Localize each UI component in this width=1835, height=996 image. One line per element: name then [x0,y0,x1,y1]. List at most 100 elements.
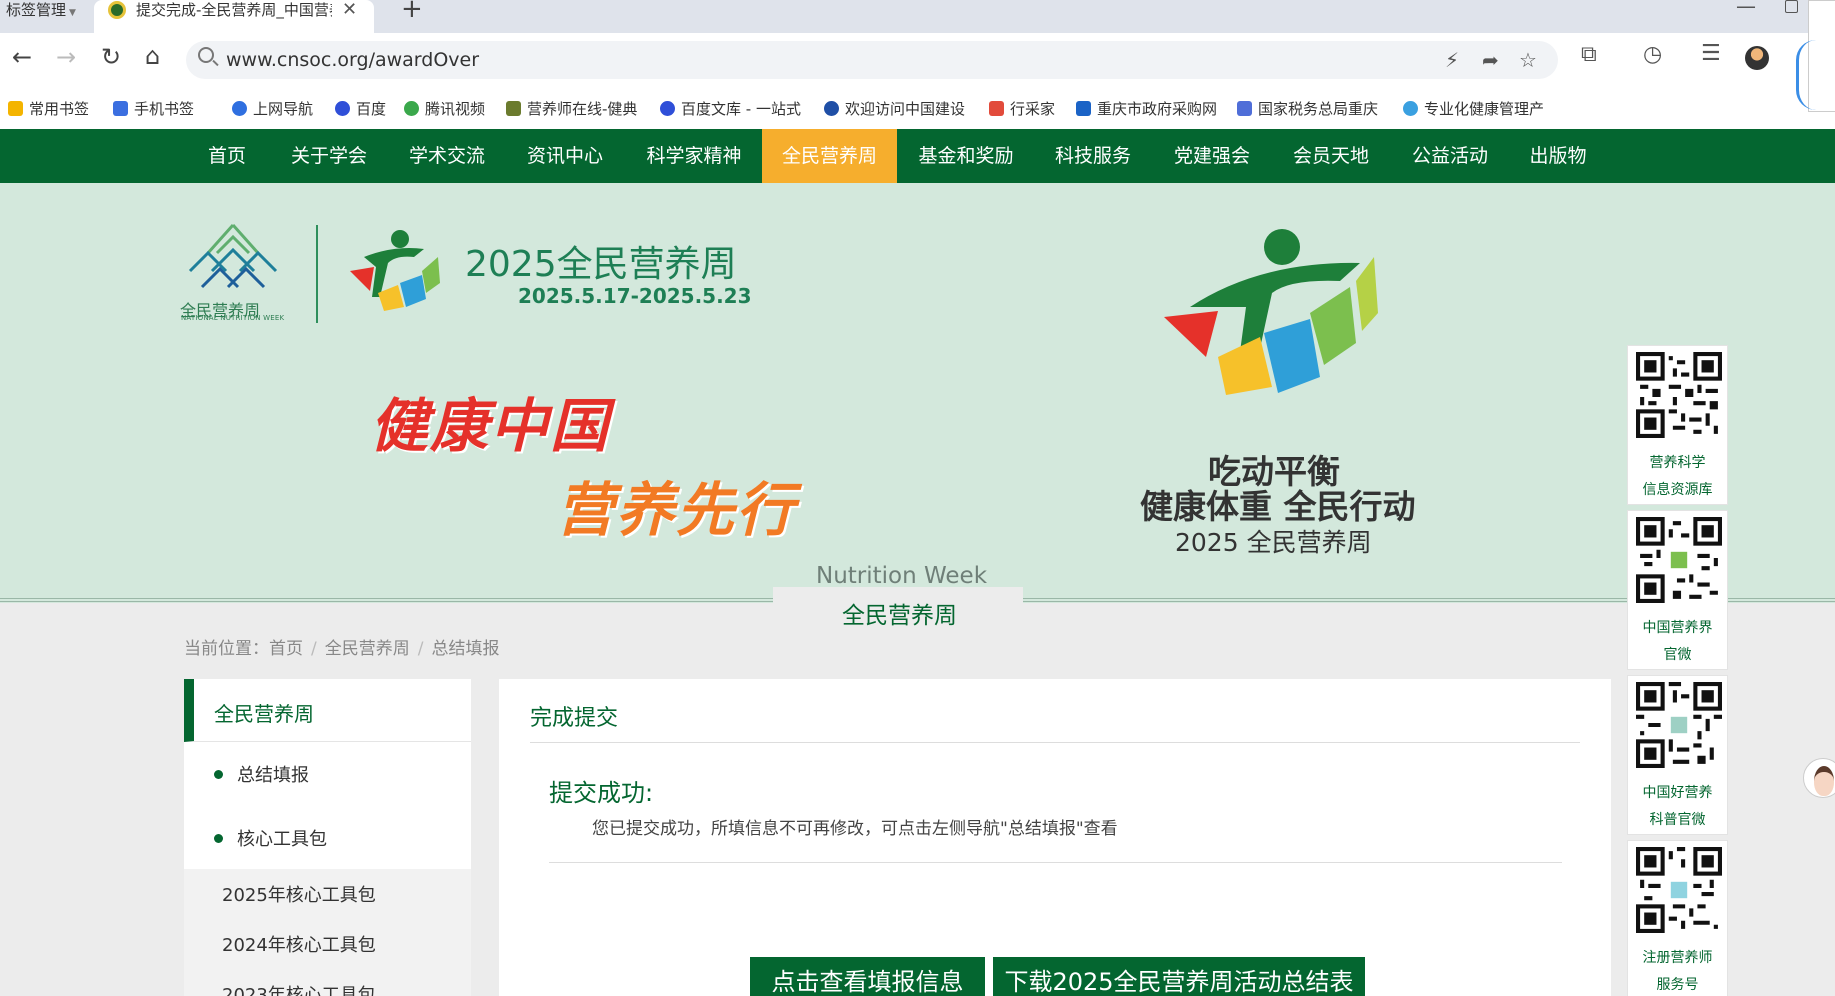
side-panel-toggle[interactable] [1796,40,1816,110]
success-message: 您已提交成功，所填信息不可再修改，可点击左侧导航"总结填报"查看 [592,819,1118,839]
browser-toolbar: ← → ↻ ⌂ www.cnsoc.org/awardOver ⚡ ➦ ☆ ⧉ … [0,33,1835,87]
sidebar-subitem-2023-toolkit[interactable]: 2023年核心工具包 [222,981,376,996]
bookmark-item[interactable]: 重庆市政府采购网 [1076,98,1217,119]
logo-divider [316,225,318,323]
page-title: 完成提交 [530,706,619,731]
nav-item-funds-awards[interactable]: 基金和奖励 [907,129,1025,183]
forward-arrow-icon[interactable]: → [56,43,76,71]
qr-code-icon [1636,352,1722,438]
nav-item-about[interactable]: 关于学会 [282,129,376,183]
bank-logo-icon [824,101,839,116]
bookmarks-bar: 常用书签 手机书签 上网导航 百度 腾讯视频 营养师在线-健典 百度文库 - 一… [0,87,1835,129]
tab-title: 提交完成-全民营养周_中国营养 [136,1,332,19]
share-icon[interactable]: ➦ [1482,48,1499,72]
section-title-en: Nutrition Week [816,563,988,589]
sidebar-subitem-2025-toolkit[interactable]: 2025年核心工具包 [222,881,376,907]
download-summary-button[interactable]: 下载2025全民营养周活动总结表 [993,957,1365,996]
extensions-icon[interactable]: ⧉ [1581,42,1597,67]
phone-icon [113,101,128,116]
bookmark-item[interactable]: 常用书签 [8,98,89,119]
breadcrumb-link-home[interactable]: 首页 [269,639,303,659]
reload-icon[interactable]: ↻ [101,43,121,71]
divider [530,742,1580,743]
qr-caption: 注册营养师 服务号 [1642,950,1713,993]
bookmark-item[interactable]: 上网导航 [232,98,313,119]
address-bar[interactable]: www.cnsoc.org/awardOver ⚡ ➦ ☆ [186,41,1558,79]
bookmark-item[interactable]: 手机书签 [113,98,194,119]
nav-item-party-building[interactable]: 党建强会 [1165,129,1259,183]
menu-icon[interactable]: ☰ [1701,41,1721,66]
sidebar-item-core-toolkit[interactable]: 核心工具包 [214,825,327,851]
qr-caption: 营养科学 信息资源库 [1642,455,1713,498]
sidebar-group: 总结填报 核心工具包 [184,742,471,869]
bookmark-item[interactable]: 行采家 [989,98,1055,119]
star-bookmark-icon[interactable]: ☆ [1519,48,1537,72]
tab-manager-label: 标签管理 [6,1,67,19]
back-arrow-icon[interactable]: ← [12,43,32,71]
banner: 全民营养周 NATIONAL NUTRITION WEEK 2025全民营养周 … [0,183,1835,603]
qr-card-good-nutrition[interactable]: 中国好营养 科普官微 [1627,675,1728,835]
bookmark-item[interactable]: 营养师在线-健典 [506,98,646,119]
lightning-icon[interactable]: ⚡ [1445,48,1459,72]
play-icon [404,101,419,116]
tax-bureau-icon [1237,101,1252,116]
sidebar-item-summary-report[interactable]: 总结填报 [214,761,309,787]
nav-item-nutrition-week[interactable]: 全民营养周 [762,129,897,183]
bookmark-item[interactable]: 百度文库 - 一站式 [660,98,806,119]
minimize-icon[interactable]: — [1736,0,1756,18]
xingcaijia-icon [989,101,1004,116]
qr-card-dietitian-service[interactable]: 注册营养师 服务号 [1627,840,1728,996]
sidebar-subitem-2024-toolkit[interactable]: 2024年核心工具包 [222,931,376,957]
breadcrumb-link-nutrition-week[interactable]: 全民营养周 [325,639,410,659]
bookmark-item[interactable]: 百度 [335,98,386,119]
url-text[interactable]: www.cnsoc.org/awardOver [226,49,479,71]
nav-item-academic[interactable]: 学术交流 [400,129,494,183]
bookmark-item[interactable]: 国家税务总局重庆 [1237,98,1384,119]
breadcrumb-separator: / [417,639,424,659]
bookmark-item[interactable]: 专业化健康管理产 [1403,98,1549,119]
navigation-icon [232,101,247,116]
bookmark-item[interactable]: 欢迎访问中国建设 [824,98,972,119]
qr-code-icon [1636,517,1722,603]
nav-item-home[interactable]: 首页 [191,129,263,183]
runner-emblem-icon [350,230,440,311]
sidebar: 全民营养周 总结填报 核心工具包 2025年核心工具包 2024年核心工具包 2… [184,679,471,996]
close-tab-icon[interactable]: ✕ [342,0,357,20]
section-title-cn: 全民营养周 [842,603,957,629]
baidu-paw-icon [335,101,350,116]
nav-item-publications[interactable]: 出版物 [1522,129,1594,183]
nav-item-news[interactable]: 资讯中心 [518,129,612,183]
history-icon[interactable]: ◷ [1643,42,1662,67]
nav-item-public-welfare[interactable]: 公益活动 [1403,129,1497,183]
bookmark-icon [8,101,23,116]
nav-item-members[interactable]: 会员天地 [1284,129,1378,183]
bullet-icon [214,770,223,779]
site-nav: 首页 关于学会 学术交流 资讯中心 科学家精神 全民营养周 基金和奖励 科技服务… [0,129,1835,183]
sidebar-subgroup: 2025年核心工具包 2024年核心工具包 2023年核心工具包 [184,869,471,996]
view-report-button[interactable]: 点击查看填报信息 [750,957,985,996]
logo-subcaption: NATIONAL NUTRITION WEEK [181,314,285,322]
bullet-icon [214,834,223,843]
success-title: 提交成功: [549,779,654,807]
assistant-avatar-icon[interactable] [1803,758,1835,798]
banner-dates: 2025.5.17-2025.5.23 [518,284,752,308]
user-avatar[interactable] [1745,46,1769,70]
big-runner-emblem-icon [1164,229,1378,395]
health-cloud-icon [1403,101,1418,116]
main-panel: 完成提交 提交成功: 您已提交成功，所填信息不可再修改，可点击左侧导航"总结填报… [499,679,1611,996]
bookmark-item[interactable]: 腾讯视频 [404,98,485,119]
breadcrumb: 当前位置：首页 / 全民营养周 / 总结填报 [184,634,507,659]
new-tab-button[interactable]: + [401,0,423,24]
qr-card-info-library[interactable]: 营养科学 信息资源库 [1627,345,1728,505]
tab-manager-button[interactable]: 标签管理 ▼ [6,0,76,20]
restore-window-icon[interactable] [1785,0,1798,13]
triangle-logo-icon [506,101,521,116]
qr-caption: 中国营养界 官微 [1642,620,1713,663]
nav-item-tech-services[interactable]: 科技服务 [1046,129,1140,183]
slogan-nutrition-first: 营养先行 [556,476,797,544]
theme-line-2: 健康体重 全民行动 [1140,487,1416,526]
nav-item-scientist-spirit[interactable]: 科学家精神 [635,129,753,183]
browser-tab-active[interactable]: 提交完成-全民营养周_中国营养 ✕ [94,0,374,33]
home-icon[interactable]: ⌂ [145,42,160,70]
qr-card-nutrition-wechat[interactable]: 中国营养界 官微 [1627,510,1728,670]
